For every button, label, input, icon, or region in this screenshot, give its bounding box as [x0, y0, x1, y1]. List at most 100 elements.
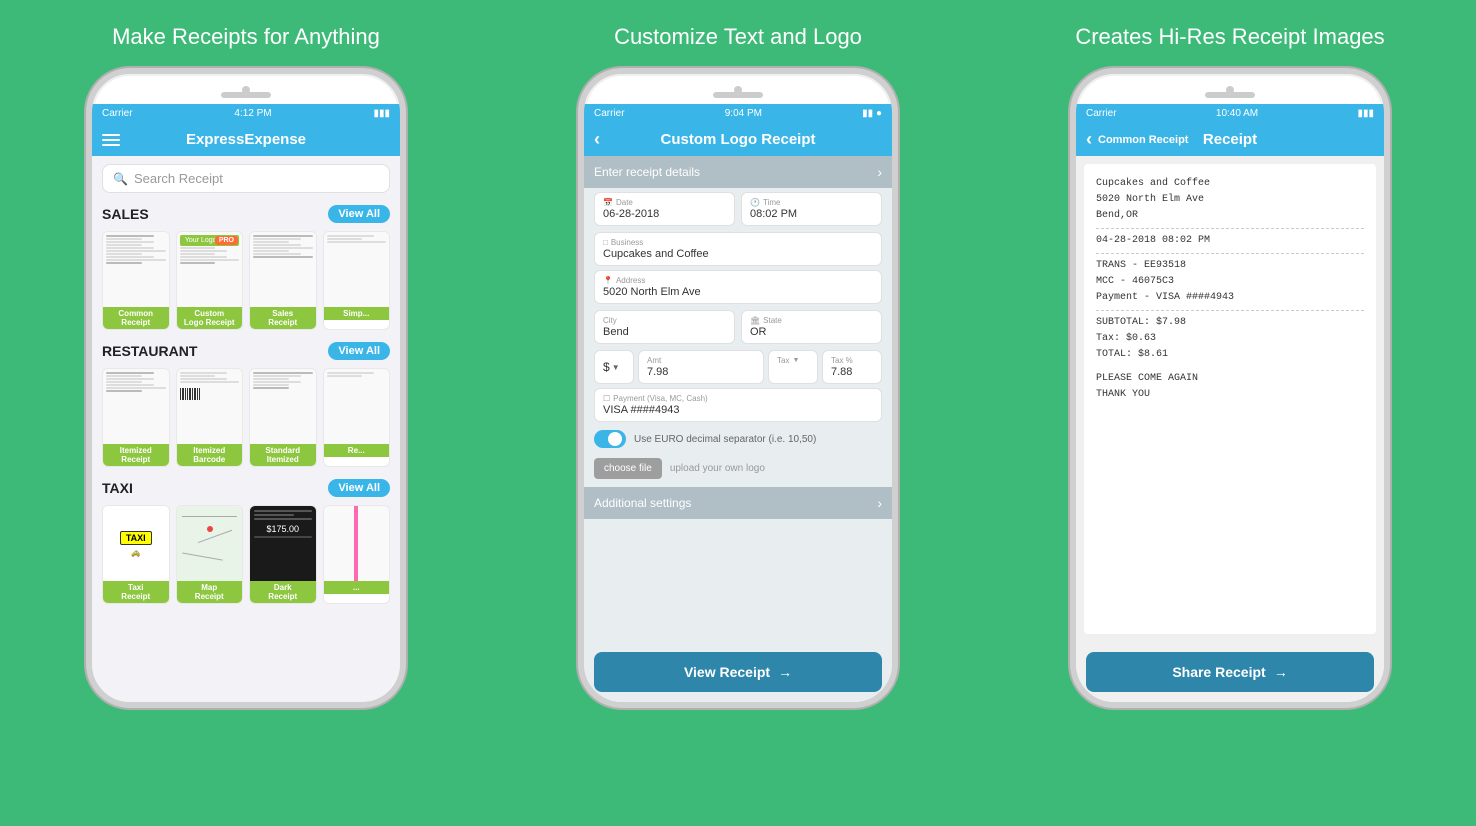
location-icon: 📍 — [603, 276, 613, 285]
view-receipt-button[interactable]: View Receipt → — [594, 652, 882, 692]
carrier-3: Carrier — [1086, 108, 1117, 119]
payment-checkbox-icon: ☐ — [603, 394, 610, 403]
receipt-preview-common — [103, 232, 169, 307]
date-label: 📅 Date — [603, 198, 726, 207]
sales-view-all[interactable]: View All — [328, 205, 390, 223]
amt-label: Amt — [647, 356, 755, 365]
sales-label: SALES — [102, 206, 149, 222]
upload-logo-text: upload your own logo — [670, 463, 765, 474]
city-label: City — [603, 316, 726, 325]
phone-speaker-3 — [1205, 92, 1255, 98]
custom-logo-receipt-label: CustomLogo Receipt — [177, 307, 243, 329]
list-item[interactable]: MapReceipt — [176, 505, 244, 604]
receipt-total: TOTAL: $8.61 — [1096, 347, 1364, 363]
business-field[interactable]: □ Business Cupcakes and Coffee — [594, 232, 882, 266]
enter-receipt-section[interactable]: Enter receipt details › — [584, 156, 892, 188]
receipt-city-state: Bend,OR — [1096, 208, 1364, 224]
back-button-2[interactable]: ‹ — [594, 129, 600, 150]
currency-field[interactable]: $ ▼ — [594, 350, 634, 384]
list-item[interactable]: Your Logo Here PRO CustomLogo Receipt — [176, 231, 244, 330]
list-item[interactable]: StandardItemized — [249, 368, 317, 467]
more-taxi-preview — [324, 506, 390, 581]
itemized-receipt-label: ItemizedReceipt — [103, 444, 169, 466]
amount-value-field[interactable]: Amt 7.98 — [638, 350, 764, 384]
back-label-3: Common Receipt — [1098, 134, 1188, 146]
taxi-label: TAXI — [102, 480, 133, 496]
app-header-1: ExpressExpense — [92, 123, 400, 156]
list-item[interactable]: Re... — [323, 368, 391, 467]
receipt-thank-you: THANK YOU — [1096, 387, 1364, 403]
enter-receipt-label: Enter receipt details — [594, 165, 700, 179]
phone-speaker-1 — [221, 92, 271, 98]
address-field[interactable]: 📍 Address 5020 North Elm Ave — [594, 270, 882, 304]
receipt-subtotal: SUBTOTAL: $7.98 — [1096, 315, 1364, 331]
list-item[interactable]: $175.00 DarkReceipt — [249, 505, 317, 604]
list-item[interactable]: ItemizedBarcode — [176, 368, 244, 467]
battery-3: ▮▮▮ — [1357, 108, 1374, 119]
list-item[interactable]: SalesReceipt — [249, 231, 317, 330]
city-field[interactable]: City Bend — [594, 310, 735, 344]
taxi-view-all[interactable]: View All — [328, 479, 390, 497]
phone-content-3: Cupcakes and Coffee 5020 North Elm Ave B… — [1076, 156, 1384, 702]
city-state-row: City Bend 🏛 State OR — [584, 306, 892, 348]
receipt-date-time: 04-28-2018 08:02 PM — [1096, 233, 1364, 249]
status-bar-3: Carrier 10:40 AM ▮▮▮ — [1076, 104, 1384, 123]
list-item[interactable]: ItemizedReceipt — [102, 368, 170, 467]
sales-section-header: SALES View All — [92, 201, 400, 227]
battery-2: ▮▮ ● — [862, 108, 882, 119]
euro-toggle[interactable] — [594, 430, 626, 448]
hamburger-icon[interactable] — [102, 134, 120, 146]
status-bar-1: Carrier 4:12 PM ▮▮▮ — [92, 104, 400, 123]
list-item[interactable]: TAXI 🚕 TaxiReceipt — [102, 505, 170, 604]
city-value: Bend — [603, 326, 726, 338]
vol-down-3 — [1070, 194, 1072, 224]
receipt-trans: TRANS - EE93518 — [1096, 258, 1364, 274]
app-title-1: ExpressExpense — [186, 131, 306, 148]
vol-up-2 — [578, 154, 580, 184]
calendar-icon: 📅 — [603, 198, 613, 207]
time-2: 9:04 PM — [725, 108, 762, 119]
choose-file-button[interactable]: choose file — [594, 458, 662, 479]
business-label: □ Business — [603, 238, 873, 247]
side-button-1 — [404, 174, 406, 214]
dark-receipt-label: DarkReceipt — [250, 581, 316, 603]
receipt-business: Cupcakes and Coffee — [1096, 176, 1364, 192]
additional-settings-arrow: › — [877, 495, 882, 511]
list-item[interactable]: CommonReceipt — [102, 231, 170, 330]
time-label: 🕐 Time — [750, 198, 873, 207]
date-field[interactable]: 📅 Date 06-28-2018 — [594, 192, 735, 226]
app-title-2: Custom Logo Receipt — [660, 131, 815, 148]
receipt-text-area: Cupcakes and Coffee 5020 North Elm Ave B… — [1084, 164, 1376, 634]
tax-field[interactable]: Tax ▼ — [768, 350, 818, 384]
amount-row: $ ▼ Amt 7.98 Tax ▼ Tax % 7.88 — [584, 348, 892, 386]
pro-badge: PRO — [215, 236, 238, 245]
additional-settings[interactable]: Additional settings › — [584, 487, 892, 519]
state-field[interactable]: 🏛 State OR — [741, 310, 882, 344]
time-1: 4:12 PM — [234, 108, 271, 119]
standard-itemized-label: StandardItemized — [250, 444, 316, 466]
battery-1: ▮▮▮ — [373, 108, 390, 119]
date-time-row: 📅 Date 06-28-2018 🕐 Time 08:02 PM — [584, 188, 892, 230]
building-icon: 🏛 — [750, 316, 760, 325]
more-restaurant-preview — [324, 369, 390, 444]
payment-field[interactable]: ☐ Payment (Visa, MC, Cash) VISA ####4943 — [594, 388, 882, 422]
search-placeholder: Search Receipt — [134, 171, 223, 186]
additional-settings-label: Additional settings — [594, 496, 691, 510]
currency-arrow: ▼ — [612, 363, 620, 372]
share-receipt-button[interactable]: Share Receipt → — [1086, 652, 1374, 692]
tax-pct-field[interactable]: Tax % 7.88 — [822, 350, 882, 384]
list-item[interactable]: Simp... — [323, 231, 391, 330]
receipt-address: 5020 North Elm Ave — [1096, 192, 1364, 208]
receipt-sep1 — [1096, 228, 1364, 229]
time-field[interactable]: 🕐 Time 08:02 PM — [741, 192, 882, 226]
side-button-2 — [896, 174, 898, 214]
restaurant-view-all[interactable]: View All — [328, 342, 390, 360]
back-button-3[interactable]: ‹ — [1086, 129, 1092, 150]
receipt-preview-sales — [250, 232, 316, 307]
search-bar[interactable]: 🔍 Search Receipt — [102, 164, 390, 193]
receipt-payment: Payment - VISA ####4943 — [1096, 290, 1364, 306]
panel-1: Make Receipts for Anything Carrier 4:12 … — [0, 0, 492, 826]
tax-pct-value: 7.88 — [831, 366, 873, 378]
currency-symbol: $ — [603, 360, 610, 374]
list-item[interactable]: ... — [323, 505, 391, 604]
